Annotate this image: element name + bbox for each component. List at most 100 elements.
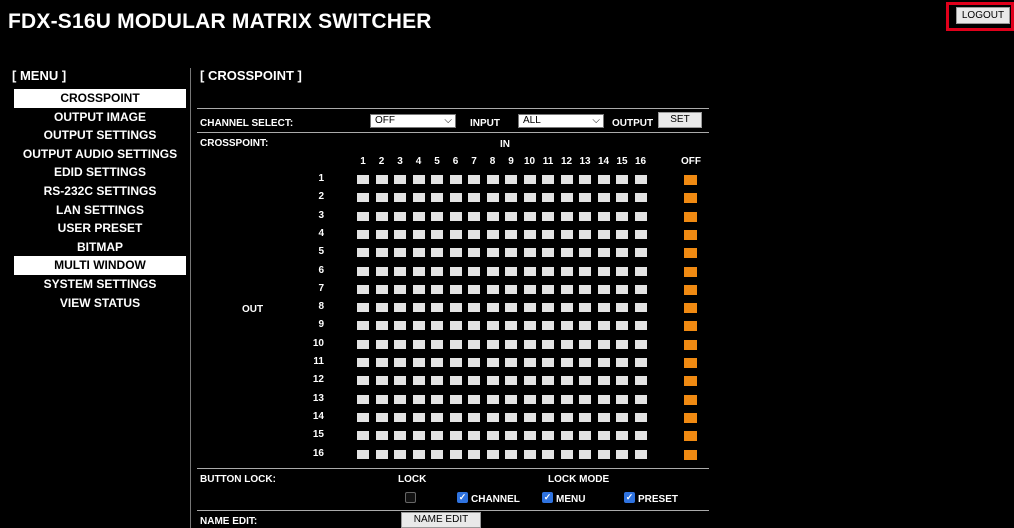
crosspoint-cell[interactable] (505, 394, 517, 404)
crosspoint-cell[interactable] (468, 358, 480, 367)
crosspoint-cell[interactable] (449, 248, 462, 258)
crosspoint-off-cell[interactable] (684, 412, 697, 423)
crosspoint-cell[interactable] (542, 321, 554, 331)
crosspoint-cell[interactable] (616, 175, 628, 184)
crosspoint-cell[interactable] (468, 394, 480, 404)
crosspoint-cell[interactable] (579, 376, 591, 386)
crosspoint-off-cell[interactable] (684, 358, 697, 368)
crosspoint-cell[interactable] (357, 248, 369, 258)
crosspoint-cell[interactable] (523, 266, 536, 276)
crosspoint-cell[interactable] (560, 339, 573, 349)
crosspoint-cell[interactable] (394, 211, 406, 221)
crosspoint-cell[interactable] (431, 358, 443, 367)
crosspoint-cell[interactable] (412, 284, 425, 294)
crosspoint-cell[interactable] (542, 211, 554, 221)
crosspoint-cell[interactable] (560, 175, 573, 184)
crosspoint-cell[interactable] (523, 321, 536, 331)
crosspoint-cell[interactable] (616, 449, 628, 459)
crosspoint-cell[interactable] (523, 193, 536, 203)
crosspoint-cell[interactable] (357, 394, 369, 404)
crosspoint-cell[interactable] (357, 175, 369, 184)
crosspoint-cell[interactable] (579, 284, 591, 294)
crosspoint-cell[interactable] (449, 321, 462, 331)
crosspoint-cell[interactable] (523, 211, 536, 221)
crosspoint-cell[interactable] (431, 303, 443, 313)
crosspoint-cell[interactable] (357, 358, 369, 367)
crosspoint-cell[interactable] (505, 376, 517, 386)
sidebar-item[interactable]: OUTPUT SETTINGS (14, 126, 186, 145)
crosspoint-cell[interactable] (579, 321, 591, 331)
crosspoint-cell[interactable] (542, 284, 554, 294)
crosspoint-cell[interactable] (560, 193, 573, 203)
crosspoint-cell[interactable] (579, 248, 591, 258)
crosspoint-cell[interactable] (449, 229, 462, 239)
menu-checkbox[interactable]: ✓ (542, 492, 553, 503)
crosspoint-cell[interactable] (523, 449, 536, 459)
crosspoint-cell[interactable] (375, 211, 388, 221)
crosspoint-cell[interactable] (449, 376, 462, 386)
crosspoint-cell[interactable] (449, 266, 462, 276)
crosspoint-cell[interactable] (486, 303, 499, 313)
crosspoint-cell[interactable] (375, 321, 388, 331)
sidebar-item[interactable]: LAN SETTINGS (14, 201, 186, 220)
crosspoint-cell[interactable] (597, 284, 610, 294)
crosspoint-off-cell[interactable] (684, 284, 697, 295)
crosspoint-off-cell[interactable] (684, 266, 697, 277)
input-select-dropdown[interactable]: ALL ⌵ (518, 114, 604, 128)
crosspoint-cell[interactable] (505, 358, 517, 367)
crosspoint-cell[interactable] (616, 431, 628, 441)
crosspoint-cell[interactable] (357, 376, 369, 386)
crosspoint-cell[interactable] (542, 412, 554, 422)
crosspoint-cell[interactable] (616, 211, 628, 221)
crosspoint-off-cell[interactable] (684, 376, 697, 387)
crosspoint-cell[interactable] (597, 303, 610, 313)
crosspoint-cell[interactable] (505, 449, 517, 459)
crosspoint-cell[interactable] (375, 376, 388, 386)
crosspoint-cell[interactable] (394, 229, 406, 239)
crosspoint-cell[interactable] (375, 266, 388, 276)
crosspoint-cell[interactable] (505, 211, 517, 221)
crosspoint-cell[interactable] (375, 339, 388, 349)
crosspoint-cell[interactable] (560, 394, 573, 404)
crosspoint-off-cell[interactable] (684, 229, 697, 240)
crosspoint-cell[interactable] (486, 266, 499, 276)
crosspoint-cell[interactable] (505, 303, 517, 313)
crosspoint-cell[interactable] (505, 193, 517, 203)
crosspoint-cell[interactable] (616, 339, 628, 349)
crosspoint-cell[interactable] (431, 376, 443, 386)
crosspoint-cell[interactable] (412, 358, 425, 367)
crosspoint-cell[interactable] (431, 175, 443, 184)
crosspoint-cell[interactable] (375, 175, 388, 184)
sidebar-item[interactable]: RS-232C SETTINGS (14, 182, 186, 201)
crosspoint-cell[interactable] (616, 284, 628, 294)
crosspoint-cell[interactable] (375, 248, 388, 258)
crosspoint-cell[interactable] (579, 175, 591, 184)
crosspoint-cell[interactable] (597, 449, 610, 459)
crosspoint-cell[interactable] (560, 358, 573, 367)
crosspoint-cell[interactable] (468, 284, 480, 294)
crosspoint-cell[interactable] (560, 229, 573, 239)
crosspoint-cell[interactable] (616, 266, 628, 276)
crosspoint-cell[interactable] (394, 321, 406, 331)
crosspoint-cell[interactable] (431, 339, 443, 349)
crosspoint-cell[interactable] (579, 303, 591, 313)
crosspoint-cell[interactable] (505, 248, 517, 258)
crosspoint-cell[interactable] (412, 175, 425, 184)
crosspoint-cell[interactable] (542, 248, 554, 258)
crosspoint-cell[interactable] (634, 284, 647, 294)
crosspoint-cell[interactable] (468, 339, 480, 349)
crosspoint-cell[interactable] (412, 339, 425, 349)
crosspoint-cell[interactable] (357, 211, 369, 221)
crosspoint-cell[interactable] (394, 284, 406, 294)
crosspoint-off-cell[interactable] (684, 339, 697, 350)
crosspoint-off-cell[interactable] (684, 303, 697, 314)
crosspoint-cell[interactable] (375, 449, 388, 459)
crosspoint-cell[interactable] (542, 229, 554, 239)
crosspoint-cell[interactable] (505, 321, 517, 331)
crosspoint-cell[interactable] (412, 376, 425, 386)
crosspoint-cell[interactable] (357, 193, 369, 203)
crosspoint-cell[interactable] (412, 303, 425, 313)
crosspoint-cell[interactable] (560, 321, 573, 331)
crosspoint-cell[interactable] (412, 394, 425, 404)
crosspoint-cell[interactable] (560, 284, 573, 294)
